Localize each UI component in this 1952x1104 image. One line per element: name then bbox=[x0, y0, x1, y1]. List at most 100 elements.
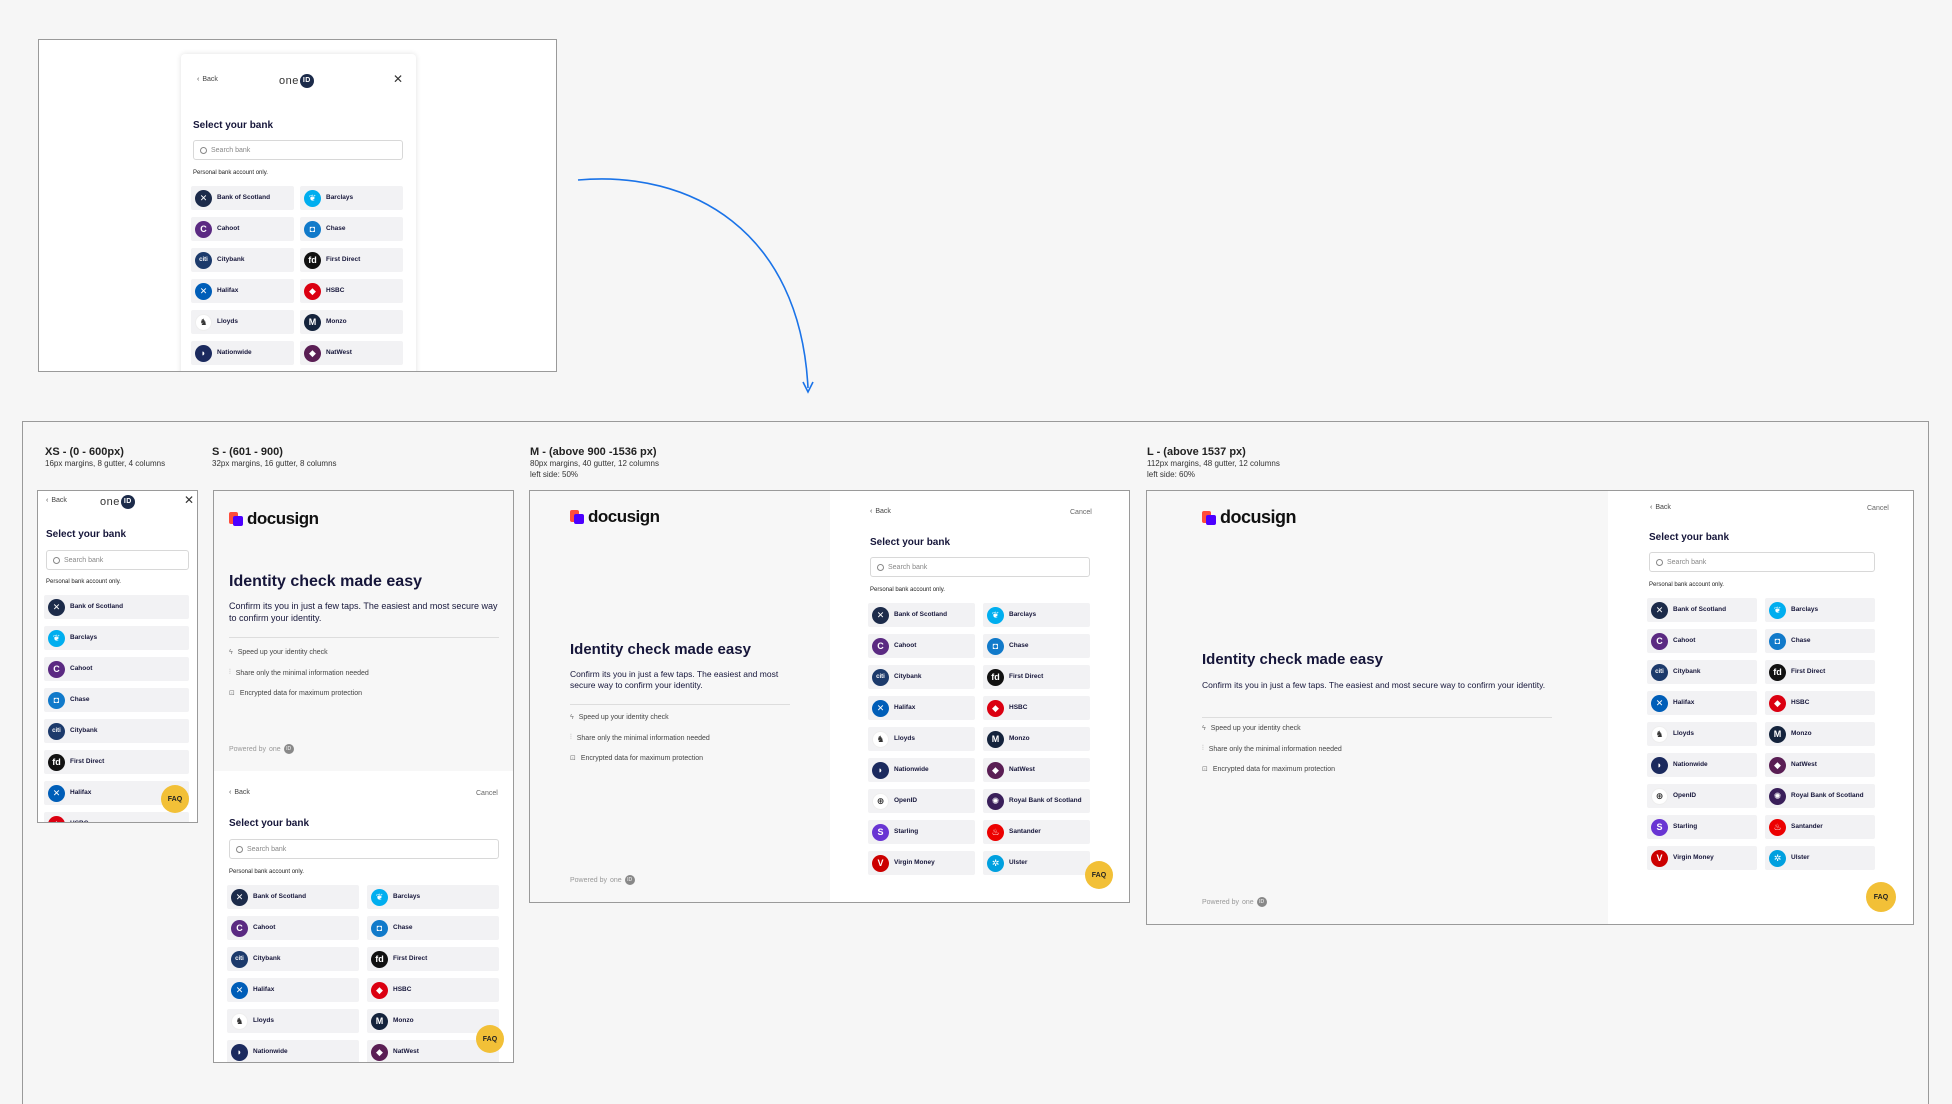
bank-option[interactable]: fd First Direct bbox=[1765, 660, 1875, 684]
bank-option[interactable]: ✲ Ulster bbox=[1765, 846, 1875, 870]
bank-option[interactable]: ✕ Bank of Scotland bbox=[868, 603, 975, 627]
bank-option[interactable]: ◆ HSBC bbox=[300, 279, 403, 303]
bank-option[interactable]: ◘ Chase bbox=[367, 916, 499, 940]
bank-option[interactable]: M Monzo bbox=[300, 310, 403, 334]
search-icon bbox=[53, 556, 60, 564]
bank-option[interactable]: ◗ Nationwide bbox=[227, 1040, 359, 1062]
bank-option[interactable]: ✕ Bank of Scotland bbox=[1647, 598, 1757, 622]
back-link[interactable]: ‹ Back bbox=[870, 508, 891, 515]
search-input[interactable]: Search bank bbox=[229, 839, 499, 859]
bank-option[interactable]: ◘ Chase bbox=[44, 688, 189, 712]
bank-option[interactable]: ♞ Lloyds bbox=[1647, 722, 1757, 746]
bank-option[interactable]: ◗ Nationwide bbox=[191, 341, 294, 365]
bank-option[interactable]: ♞ Lloyds bbox=[227, 1009, 359, 1033]
bank-option[interactable]: ◆ NatWest bbox=[983, 758, 1090, 782]
bank-option[interactable]: citi Citybank bbox=[44, 719, 189, 743]
bank-option[interactable]: ◆ NatWest bbox=[1765, 753, 1875, 777]
bank-option[interactable]: ❦ Barclays bbox=[1765, 598, 1875, 622]
bank-option[interactable]: ❦ Barclays bbox=[44, 626, 189, 650]
bank-option[interactable]: ◆ HSBC bbox=[44, 812, 189, 822]
back-link[interactable]: ‹ Back bbox=[197, 76, 218, 83]
bank-option[interactable]: ✕ Bank of Scotland bbox=[227, 885, 359, 909]
bank-option[interactable]: ♞ Lloyds bbox=[191, 310, 294, 334]
bank-option[interactable]: V Virgin Money bbox=[868, 851, 975, 875]
hero-title: Identity check made easy bbox=[1202, 651, 1383, 668]
bank-option[interactable]: S Starling bbox=[1647, 815, 1757, 839]
bank-option[interactable]: citi Citybank bbox=[868, 665, 975, 689]
back-link[interactable]: ‹ Back bbox=[229, 789, 250, 796]
bank-option[interactable]: citi Citybank bbox=[191, 248, 294, 272]
bank-option[interactable]: ❦ Barclays bbox=[300, 186, 403, 210]
bank-option[interactable]: ✕ Halifax bbox=[191, 279, 294, 303]
search-input[interactable]: Search bank bbox=[1649, 552, 1875, 572]
bank-option[interactable]: C Cahoot bbox=[1647, 629, 1757, 653]
bank-option[interactable]: ◆ HSBC bbox=[1765, 691, 1875, 715]
back-link[interactable]: ‹ Back bbox=[46, 497, 67, 504]
faq-button[interactable]: FAQ bbox=[476, 1025, 504, 1053]
bank-name: Halifax bbox=[217, 287, 239, 295]
close-icon[interactable]: ✕ bbox=[184, 493, 194, 507]
faq-button[interactable]: FAQ bbox=[1085, 861, 1113, 889]
bank-option[interactable]: ✕ Halifax bbox=[227, 978, 359, 1002]
bank-name: Chase bbox=[393, 924, 413, 932]
search-input[interactable]: Search bank bbox=[193, 140, 403, 160]
back-link[interactable]: ‹ Back bbox=[1650, 504, 1671, 511]
m-frame: docusign Identity check made easy Confir… bbox=[529, 490, 1130, 903]
hero-body: Confirm its you in just a few taps. The … bbox=[570, 669, 779, 691]
bank-option[interactable]: ✲ Ulster bbox=[983, 851, 1090, 875]
bank-logo-icon: ◘ bbox=[987, 637, 1004, 655]
bank-option[interactable]: C Cahoot bbox=[44, 657, 189, 681]
bank-option[interactable]: citi Citybank bbox=[227, 947, 359, 971]
bank-option[interactable]: ◘ Chase bbox=[300, 217, 403, 241]
bank-option[interactable]: M Monzo bbox=[1765, 722, 1875, 746]
bank-option[interactable]: fd First Direct bbox=[300, 248, 403, 272]
bank-option[interactable]: ✕ Bank of Scotland bbox=[44, 595, 189, 619]
bank-option[interactable]: ♨ Santander bbox=[983, 820, 1090, 844]
bank-option[interactable]: ✺ Royal Bank of Scotland bbox=[1765, 784, 1875, 808]
bank-option[interactable]: ♨ Santander bbox=[1765, 815, 1875, 839]
bank-option[interactable]: ⊕ OpenID bbox=[1647, 784, 1757, 808]
bank-option[interactable]: ◗ Nationwide bbox=[868, 758, 975, 782]
bank-logo-icon: ♨ bbox=[1769, 818, 1786, 836]
bank-option[interactable]: C Cahoot bbox=[868, 634, 975, 658]
bank-option[interactable]: fd First Direct bbox=[983, 665, 1090, 689]
cancel-link[interactable]: Cancel bbox=[1070, 509, 1092, 516]
bank-option[interactable]: ◘ Chase bbox=[1765, 629, 1875, 653]
bank-option[interactable]: M Monzo bbox=[983, 727, 1090, 751]
select-bank-title: Select your bank bbox=[1649, 532, 1730, 543]
bank-logo-icon: fd bbox=[304, 251, 321, 269]
bank-option[interactable]: ◗ Nationwide bbox=[1647, 753, 1757, 777]
cancel-link[interactable]: Cancel bbox=[1867, 505, 1889, 512]
faq-button[interactable]: FAQ bbox=[161, 785, 189, 813]
faq-button[interactable]: FAQ bbox=[1866, 882, 1896, 912]
bank-logo-icon: ❦ bbox=[987, 606, 1004, 624]
bank-option[interactable]: fd First Direct bbox=[367, 947, 499, 971]
bank-option[interactable]: C Cahoot bbox=[191, 217, 294, 241]
bank-option[interactable]: ✕ Bank of Scotland bbox=[191, 186, 294, 210]
bank-option[interactable]: fd First Direct bbox=[44, 750, 189, 774]
bank-logo-icon: citi bbox=[48, 722, 65, 740]
search-input[interactable]: Search bank bbox=[870, 557, 1090, 577]
feature-item: ⫶ Share only the minimal information need… bbox=[1202, 745, 1342, 753]
close-icon[interactable]: ✕ bbox=[393, 72, 403, 86]
bp-l-label: L - (above 1537 px) 112px margins, 48 gut… bbox=[1147, 446, 1280, 479]
bank-option[interactable]: ♞ Lloyds bbox=[868, 727, 975, 751]
bank-option[interactable]: ✕ Halifax bbox=[868, 696, 975, 720]
bank-option[interactable]: ✺ Royal Bank of Scotland bbox=[983, 789, 1090, 813]
bank-option[interactable]: ◆ HSBC bbox=[367, 978, 499, 1002]
bank-option[interactable]: ❦ Barclays bbox=[983, 603, 1090, 627]
bank-option[interactable]: ◘ Chase bbox=[983, 634, 1090, 658]
bank-option[interactable]: ✕ Halifax bbox=[1647, 691, 1757, 715]
bank-option[interactable]: citi Citybank bbox=[1647, 660, 1757, 684]
bank-name: OpenID bbox=[894, 797, 918, 805]
bank-option[interactable]: ◆ NatWest bbox=[300, 341, 403, 365]
bank-option[interactable]: V Virgin Money bbox=[1647, 846, 1757, 870]
bank-option[interactable]: ⊕ OpenID bbox=[868, 789, 975, 813]
bank-option[interactable]: ◆ HSBC bbox=[983, 696, 1090, 720]
bank-option[interactable]: C Cahoot bbox=[227, 916, 359, 940]
bank-option[interactable]: S Starling bbox=[868, 820, 975, 844]
select-bank-title: Select your bank bbox=[229, 818, 310, 829]
bank-option[interactable]: ❦ Barclays bbox=[367, 885, 499, 909]
cancel-link[interactable]: Cancel bbox=[476, 790, 498, 797]
search-input[interactable]: Search bank bbox=[46, 550, 189, 570]
